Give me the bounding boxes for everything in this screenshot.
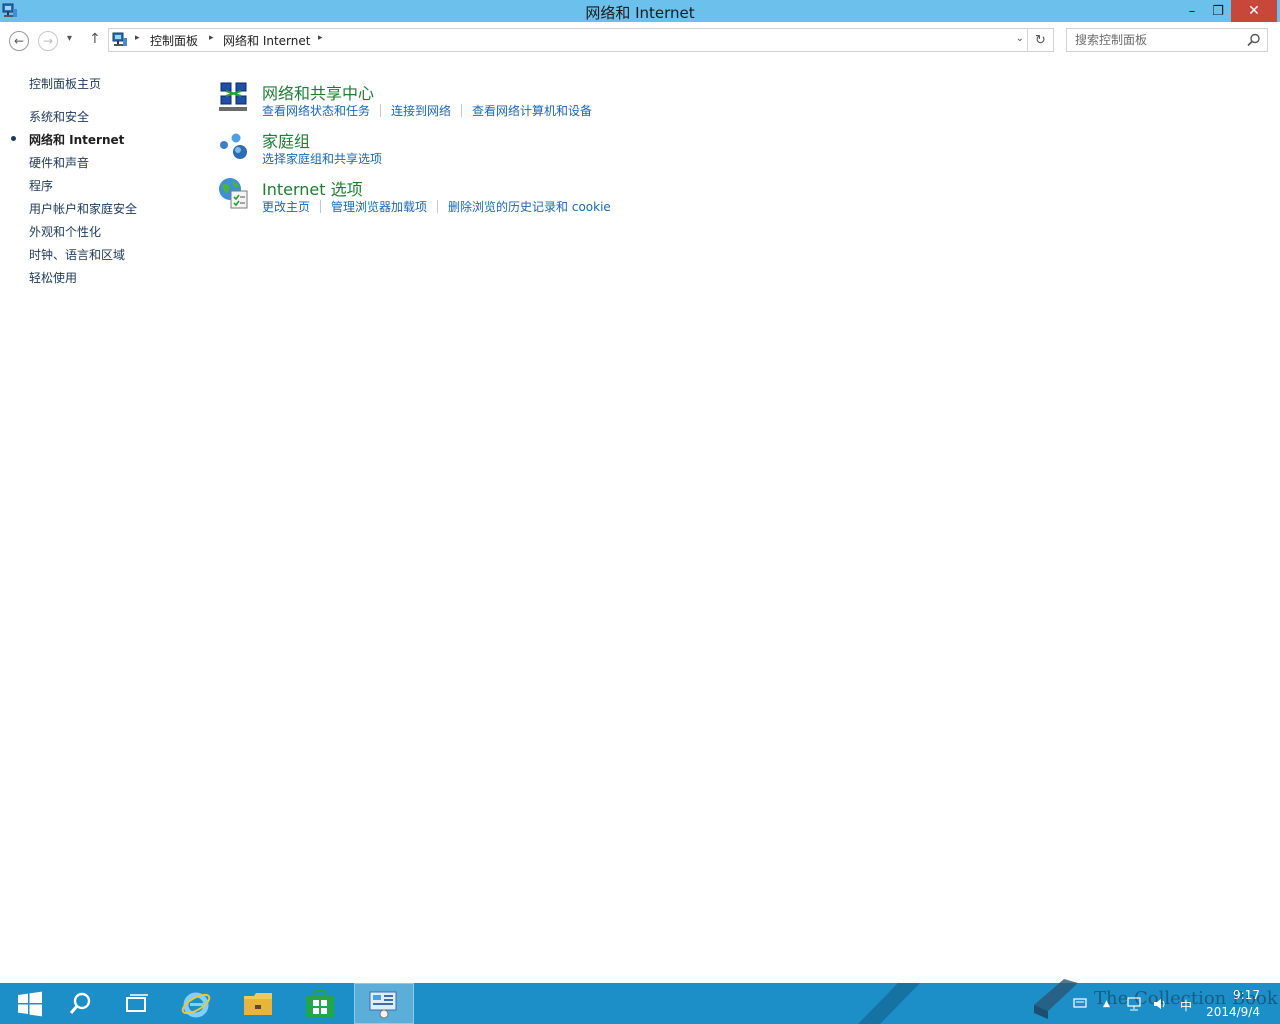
search-icon[interactable]: [1247, 33, 1261, 47]
task-view-icon: [126, 993, 148, 1012]
change-homepage-link[interactable]: 更改主页: [262, 200, 310, 214]
restore-button[interactable]: ❐: [1204, 0, 1232, 22]
recent-locations-button[interactable]: ▾: [67, 33, 72, 44]
windows-logo-icon: [18, 991, 42, 1016]
control-panel-icon: [369, 991, 397, 1018]
clock-time: 9:17: [1233, 988, 1260, 1002]
title-bar: 网络和 Internet – ❐ ✕: [0, 0, 1280, 22]
up-button[interactable]: ↑: [89, 31, 101, 47]
store-icon: [306, 988, 334, 1017]
breadcrumb-separator[interactable]: ▸: [209, 33, 214, 43]
network-sharing-center-link[interactable]: 网络和共享中心: [262, 80, 374, 104]
control-panel-taskbar-button[interactable]: [354, 983, 414, 1024]
sidebar-item-clock-region[interactable]: 时钟、语言和区域: [29, 246, 125, 263]
sidebar-item-programs[interactable]: 程序: [29, 177, 53, 194]
store-button[interactable]: [290, 983, 350, 1024]
search-input[interactable]: [1075, 32, 1240, 48]
manage-addons-link[interactable]: 管理浏览器加载项: [331, 200, 427, 214]
breadcrumb-control-panel[interactable]: 控制面板: [150, 32, 198, 49]
connect-to-network-link[interactable]: 连接到网络: [391, 104, 451, 118]
forward-button[interactable]: →: [38, 31, 58, 51]
internet-explorer-icon: [181, 992, 211, 1017]
category-links: 更改主页 管理浏览器加载项 删除浏览的历史记录和 cookie: [262, 198, 611, 215]
address-dropdown-icon[interactable]: ⌄: [1016, 33, 1024, 44]
internet-explorer-button[interactable]: [166, 983, 226, 1024]
close-button[interactable]: ✕: [1231, 0, 1277, 22]
category-links: 查看网络状态和任务 连接到网络 查看网络计算机和设备: [262, 102, 592, 119]
homegroup-icon[interactable]: [217, 128, 251, 162]
delete-browsing-history-link[interactable]: 删除浏览的历史记录和 cookie: [448, 200, 611, 214]
back-button[interactable]: ←: [9, 31, 29, 51]
homegroup-link[interactable]: 家庭组: [262, 128, 310, 152]
search-icon: [69, 992, 91, 1014]
internet-options-link[interactable]: Internet 选项: [262, 176, 363, 200]
file-explorer-button[interactable]: [228, 983, 288, 1024]
system-clock[interactable]: 9:17 2014/9/4: [1206, 987, 1260, 1021]
sidebar-item-appearance[interactable]: 外观和个性化: [29, 223, 101, 240]
sidebar-item-system-security[interactable]: 系统和安全: [29, 108, 89, 125]
control-panel-icon: [112, 32, 127, 46]
sidebar-item-hardware-sound[interactable]: 硬件和声音: [29, 154, 89, 171]
link-divider: [437, 200, 439, 213]
address-bar[interactable]: ▸ 控制面板 ▸ 网络和 Internet ▸ ⌄: [108, 28, 1028, 52]
window-title: 网络和 Internet: [585, 4, 695, 22]
network-sharing-center-icon[interactable]: [217, 80, 251, 114]
sidebar-item-network-internet: 网络和 Internet: [29, 133, 125, 147]
link-divider: [320, 200, 322, 213]
view-network-status-link[interactable]: 查看网络状态和任务: [262, 104, 370, 118]
link-divider: [461, 104, 463, 117]
sidebar-item-user-accounts[interactable]: 用户帐户和家庭安全: [29, 200, 137, 217]
refresh-button[interactable]: ↻: [1028, 28, 1054, 52]
taskbar-decoration: [858, 983, 920, 1024]
minimize-button[interactable]: –: [1178, 0, 1206, 22]
navigation-bar: ← → ▾ ↑ ▸ 控制面板 ▸ 网络和 Internet ▸ ⌄ ↻: [0, 22, 1280, 60]
breadcrumb-separator[interactable]: ▸: [318, 33, 323, 43]
search-taskbar-button[interactable]: [50, 983, 110, 1024]
action-center-icon[interactable]: [1073, 997, 1087, 1012]
task-view-button[interactable]: [106, 983, 166, 1024]
volume-tray-icon[interactable]: [1152, 997, 1168, 1014]
folder-icon: [244, 992, 272, 1015]
show-hidden-icons-button[interactable]: ▲: [1103, 999, 1110, 1009]
breadcrumb-separator[interactable]: ▸: [135, 33, 140, 43]
category-links: 选择家庭组和共享选项: [262, 150, 382, 167]
sidebar-item-ease-of-access[interactable]: 轻松使用: [29, 269, 77, 286]
breadcrumb-network-internet[interactable]: 网络和 Internet: [223, 32, 310, 49]
clock-date: 2014/9/4: [1206, 1005, 1260, 1019]
link-divider: [380, 104, 382, 117]
search-box[interactable]: [1066, 28, 1268, 52]
sidebar-item-home[interactable]: 控制面板主页: [29, 75, 101, 92]
network-tray-icon[interactable]: [1126, 997, 1142, 1014]
internet-options-icon[interactable]: [217, 176, 251, 210]
taskbar: The Collection Book ▲ 中 9:17 2014/9/4: [0, 979, 1280, 1024]
current-item-bullet: [11, 136, 16, 141]
view-network-computers-link[interactable]: 查看网络计算机和设备: [472, 104, 592, 118]
input-method-indicator[interactable]: 中: [1180, 997, 1192, 1014]
homegroup-sharing-options-link[interactable]: 选择家庭组和共享选项: [262, 152, 382, 166]
